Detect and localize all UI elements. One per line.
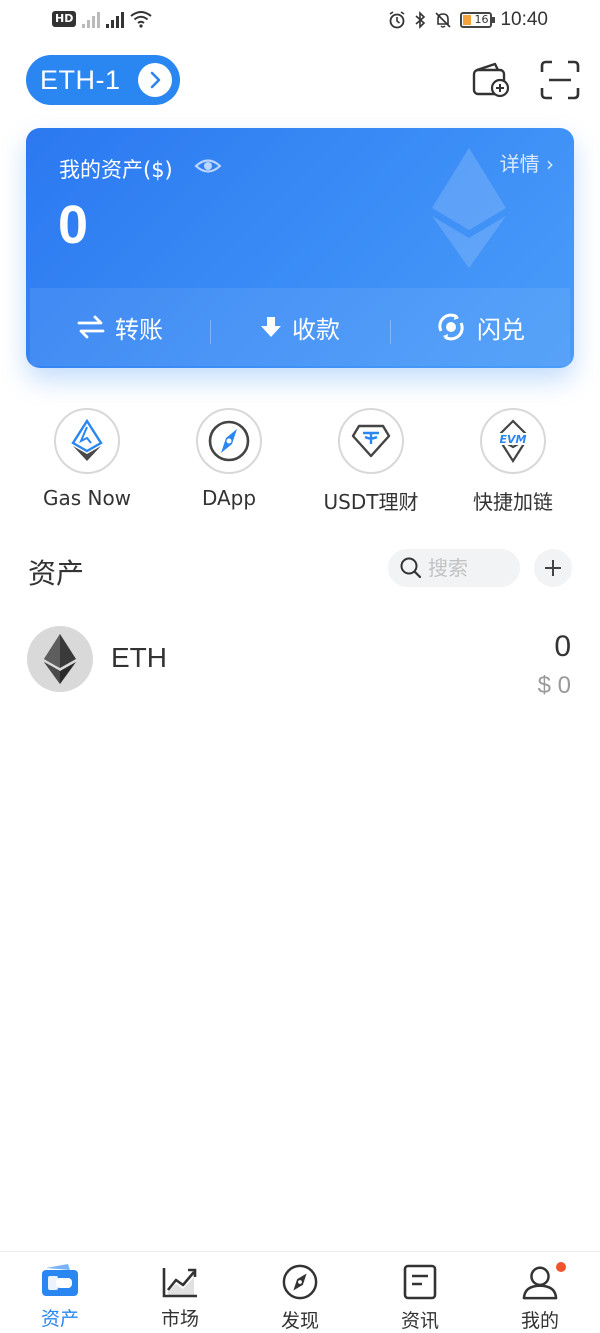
- card-actions: 转账 收款 闪兑: [30, 288, 570, 366]
- clock: 10:40: [500, 9, 548, 30]
- ethereum-icon: [27, 626, 93, 692]
- total-balance: 0: [58, 195, 89, 255]
- sim2-signal-icon: [106, 10, 125, 28]
- gas-now-button[interactable]: Gas Now: [12, 408, 162, 510]
- dapp-button[interactable]: DApp: [154, 408, 304, 510]
- total-assets-label: 我的资产($): [59, 158, 173, 182]
- nav-tab-news[interactable]: 资讯: [360, 1252, 480, 1333]
- quick-actions: Gas Now DApp USDT理财 EVM 快捷加链: [0, 408, 600, 518]
- mute-bell-icon: [435, 12, 452, 28]
- bottom-nav: 资产 市场 发现 资讯 我的: [0, 1251, 600, 1333]
- transfer-button[interactable]: 转账: [30, 310, 210, 345]
- hd-badge: HD: [52, 11, 77, 27]
- add-token-button[interactable]: [534, 549, 572, 587]
- swap-button[interactable]: 闪兑: [390, 310, 570, 345]
- svg-text:EVM: EVM: [500, 433, 527, 446]
- token-amount: 0: [554, 630, 571, 663]
- status-bar: HD 16 10:40: [0, 0, 600, 44]
- token-usd-value: $ 0: [537, 672, 571, 699]
- notification-dot: [556, 1262, 566, 1272]
- receive-icon: [261, 317, 281, 337]
- nav-tab-profile[interactable]: 我的: [480, 1252, 600, 1333]
- search-icon: [400, 557, 422, 579]
- compass-icon: [208, 420, 250, 462]
- nav-tab-assets[interactable]: 资产: [0, 1252, 120, 1333]
- wifi-icon: [130, 11, 152, 28]
- search-input[interactable]: [428, 556, 512, 580]
- evm-icon: EVM: [497, 419, 529, 463]
- wallet-name: ETH-1: [40, 64, 121, 95]
- wallet-switcher-button[interactable]: ETH-1: [26, 55, 180, 105]
- battery-icon: 16: [460, 12, 496, 28]
- nav-tab-discover[interactable]: 发现: [240, 1252, 360, 1333]
- transfer-icon: [77, 315, 105, 339]
- market-chart-icon: [162, 1268, 197, 1298]
- alarm-icon: [390, 11, 405, 29]
- news-icon: [403, 1264, 437, 1300]
- sim1-signal-icon: [82, 10, 101, 28]
- ethereum-watermark-icon: [432, 148, 506, 268]
- wallet-icon: [42, 1264, 78, 1296]
- details-link[interactable]: 详情 ›: [500, 148, 554, 177]
- usdt-finance-button[interactable]: USDT理财: [296, 408, 446, 515]
- token-symbol: ETH: [111, 642, 167, 673]
- gas-now-icon: [71, 419, 103, 461]
- nav-tab-market[interactable]: 市场: [120, 1252, 240, 1333]
- usdt-icon: [351, 424, 391, 458]
- asset-search[interactable]: [388, 549, 520, 587]
- swap-icon: [438, 313, 464, 341]
- plus-icon: [545, 560, 561, 576]
- bluetooth-icon: [415, 11, 426, 29]
- receive-button[interactable]: 收款: [210, 310, 390, 345]
- chevron-right-icon: [138, 63, 172, 97]
- eye-icon[interactable]: [194, 152, 222, 180]
- scan-icon[interactable]: [540, 60, 580, 100]
- profile-icon: [522, 1266, 558, 1300]
- assets-section-title: 资产: [28, 557, 85, 590]
- token-row-eth[interactable]: ETH 0 $ 0: [0, 620, 600, 716]
- quick-add-chain-button[interactable]: EVM 快捷加链: [438, 408, 588, 515]
- discover-compass-icon: [282, 1264, 318, 1300]
- add-wallet-icon[interactable]: [471, 60, 511, 100]
- asset-card: 我的资产($) 详情 › 0 转账 收款 闪兑: [26, 128, 574, 368]
